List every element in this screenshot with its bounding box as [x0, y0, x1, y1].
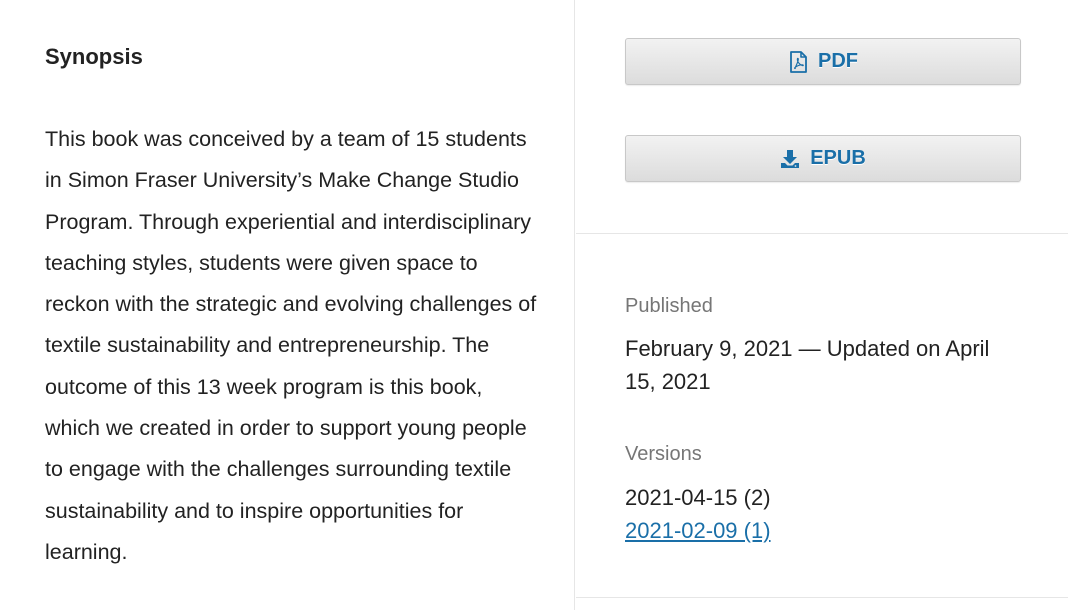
- pdf-download-button[interactable]: PDF: [625, 38, 1021, 85]
- versions-label: Versions: [625, 443, 702, 465]
- published-date: February 9, 2021 — Updated on April 15, …: [625, 336, 990, 394]
- epub-label: EPUB: [810, 147, 866, 169]
- synopsis-heading: Synopsis: [45, 44, 143, 69]
- epub-download-button[interactable]: EPUB: [625, 135, 1021, 182]
- page: Synopsis This book was conceived by a te…: [0, 0, 1078, 610]
- file-pdf-icon: [788, 50, 808, 73]
- pdf-label: PDF: [818, 50, 858, 72]
- download-section: PDF EPUB: [576, 0, 1068, 234]
- main-content: Synopsis This book was conceived by a te…: [0, 0, 575, 610]
- published-label: Published: [625, 295, 713, 317]
- sidebar: PDF EPUB Published February 9, 2021 — Up…: [576, 0, 1068, 610]
- download-icon: [780, 148, 800, 170]
- divider: [576, 597, 1068, 598]
- version-previous-link[interactable]: 2021-02-09 (1): [625, 514, 771, 547]
- version-current: 2021-04-15 (2): [625, 485, 771, 510]
- synopsis-text: This book was conceived by a team of 15 …: [45, 127, 537, 564]
